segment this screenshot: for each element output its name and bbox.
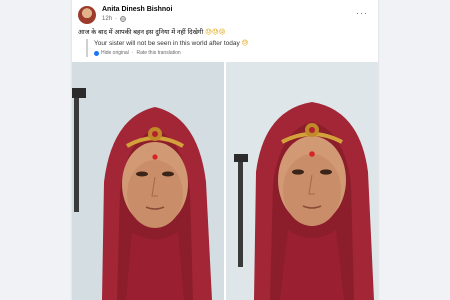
- globe-icon: [120, 16, 126, 22]
- more-options-icon[interactable]: ···: [356, 9, 368, 18]
- post-timestamp[interactable]: 12h: [102, 16, 112, 22]
- post-photo-left[interactable]: [72, 62, 224, 300]
- translate-icon: [94, 50, 99, 56]
- facebook-post: Anita Dinesh Bishnoi 12h · ··· आज के बाद…: [72, 0, 378, 300]
- author-avatar[interactable]: [78, 6, 96, 24]
- caption-emoji: 😓😓😢: [205, 29, 226, 36]
- translation-box: Your sister will not be seen in this wor…: [86, 39, 374, 57]
- hide-original-link[interactable]: Hide original: [101, 50, 129, 56]
- translated-emoji: 😓: [241, 40, 249, 47]
- translated-text: Your sister will not be seen in this wor…: [94, 39, 374, 47]
- post-meta: 12h ·: [102, 16, 126, 22]
- translated-text-body: Your sister will not be seen in this wor…: [94, 40, 240, 47]
- rate-translation-link[interactable]: Rate this translation: [136, 50, 180, 56]
- translation-links: Hide original · Rate this translation: [94, 50, 374, 56]
- author-name[interactable]: Anita Dinesh Bishnoi: [102, 6, 172, 13]
- post-header: Anita Dinesh Bishnoi 12h · ···: [78, 6, 372, 26]
- caption-text: आज के बाद में आपकी बहन इस दुनिया में नही…: [78, 29, 204, 36]
- post-caption: आज के बाद में आपकी बहन इस दुनिया में नही…: [78, 27, 225, 36]
- post-photo-right[interactable]: [226, 62, 378, 300]
- photo-grid: [72, 62, 378, 300]
